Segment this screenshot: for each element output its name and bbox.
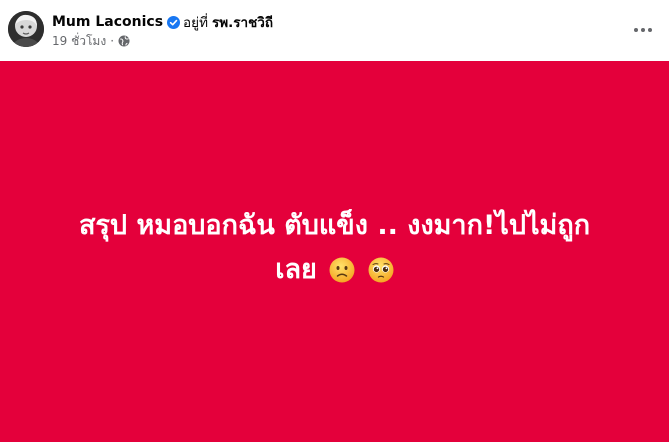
meta-separator: ·	[110, 34, 115, 48]
more-dot	[634, 28, 638, 32]
post-background: สรุป หมอบอกฉัน ตับแข็ง .. งงมาก!ไปไม่ถูก…	[0, 61, 669, 442]
verified-badge-icon	[167, 15, 181, 29]
location-prefix: อยู่ที่	[183, 15, 208, 31]
location-link[interactable]: รพ.ราชวิถี	[212, 11, 273, 33]
author-name[interactable]: Mum Laconics	[52, 14, 163, 30]
post-text: สรุป หมอบอกฉัน ตับแข็ง .. งงมาก!ไปไม่ถูก…	[55, 204, 615, 292]
globe-icon[interactable]	[118, 35, 130, 47]
more-options-button[interactable]	[627, 14, 659, 46]
slightly-frowning-face-emoji	[329, 253, 355, 282]
pleading-face-emoji	[368, 253, 394, 282]
author-avatar[interactable]	[8, 11, 44, 47]
post-timestamp[interactable]: 19 ชั่วโมง	[52, 32, 106, 51]
facebook-post: Mum Laconics อยู่ที่ รพ.ราชวิถี 19 ชั่วโ…	[0, 0, 669, 442]
avatar-photo	[8, 11, 44, 47]
post-meta: 19 ชั่วโมง ·	[52, 33, 130, 49]
more-dot	[641, 28, 645, 32]
author-line: Mum Laconics อยู่ที่ รพ.ราชวิถี	[52, 13, 273, 31]
post-header: Mum Laconics อยู่ที่ รพ.ราชวิถี 19 ชั่วโ…	[0, 0, 669, 61]
more-dot	[648, 28, 652, 32]
